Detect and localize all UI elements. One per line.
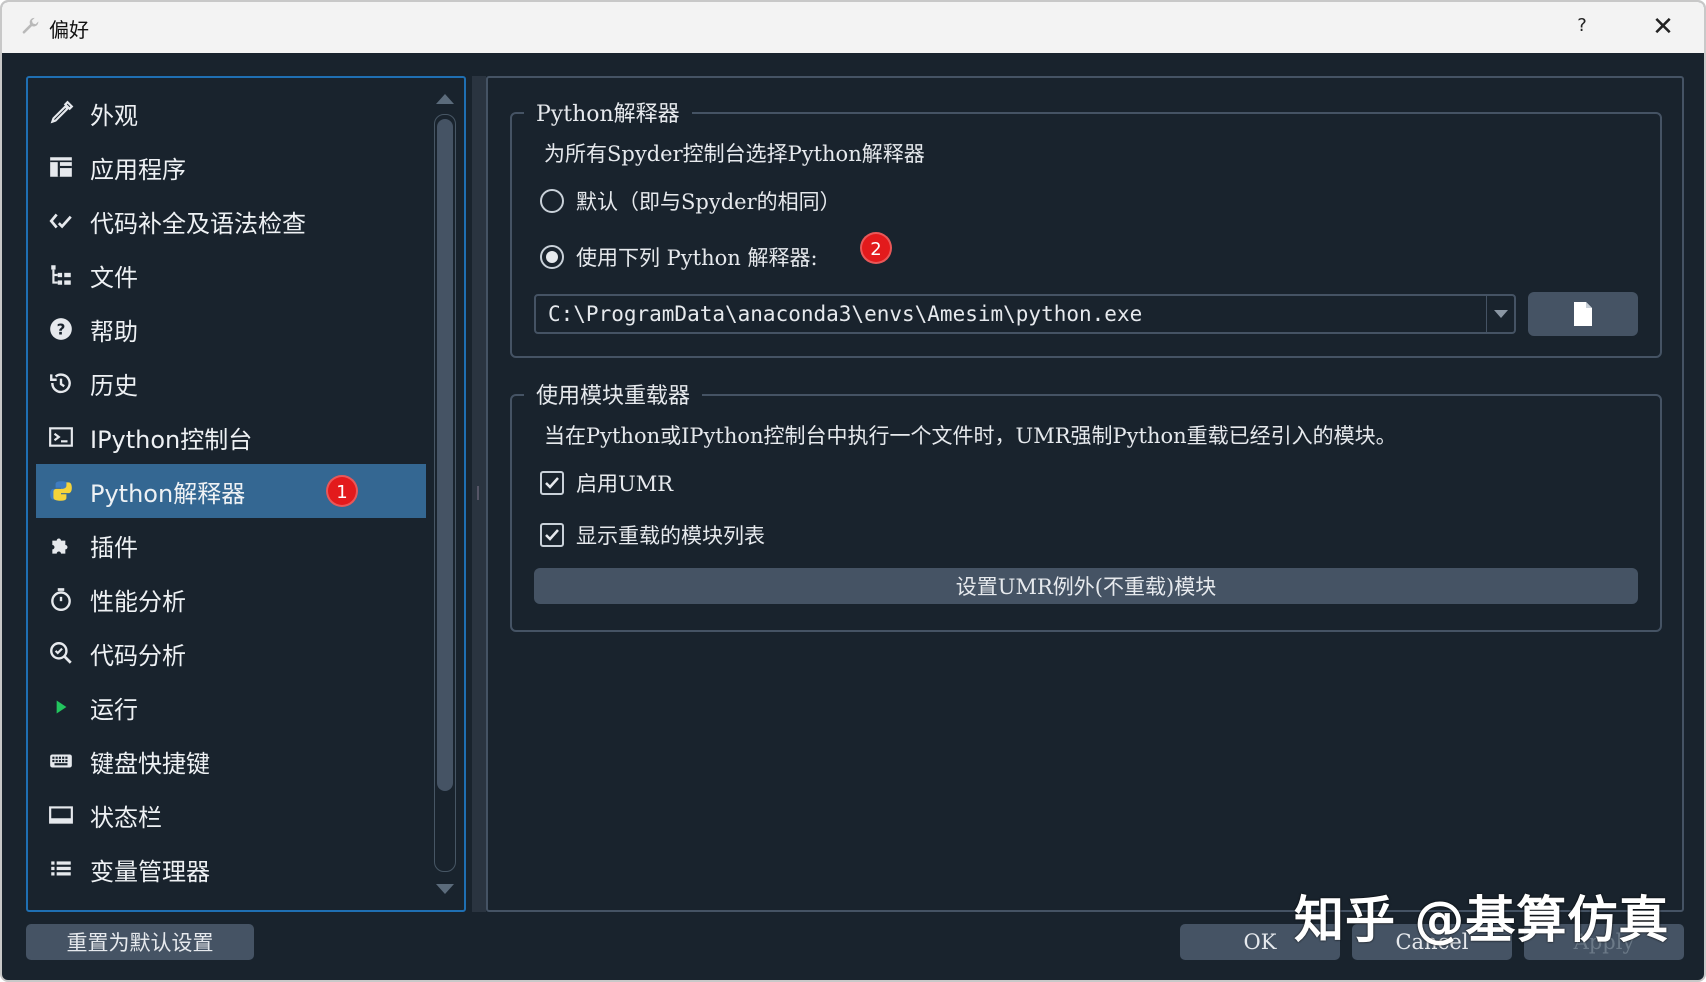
play-icon <box>46 692 76 722</box>
interpreter-path-combo[interactable]: C:\ProgramData\anaconda3\envs\Amesim\pyt… <box>534 294 1516 334</box>
interpreter-group: Python解释器 为所有Spyder控制台选择Python解释器 默认（即与S… <box>510 96 1662 358</box>
wrench-icon <box>22 17 39 34</box>
settings-panel: Python解释器 为所有Spyder控制台选择Python解释器 默认（即与S… <box>486 76 1684 912</box>
radio-default[interactable] <box>540 189 564 213</box>
check-icon <box>545 529 559 541</box>
interpreter-path-value: C:\ProgramData\anaconda3\envs\Amesim\pyt… <box>548 302 1143 326</box>
sidebar-item-label: 帮助 <box>90 317 138 346</box>
umr-group: 使用模块重载器 当在Python或IPython控制台中执行一个文件时，UMR强… <box>510 378 1662 632</box>
sidebar-item-application[interactable]: 应用程序 <box>36 140 426 194</box>
sidebar-item-label: 外观 <box>90 101 138 130</box>
keyboard-icon <box>46 746 76 776</box>
terminal-icon <box>46 422 76 452</box>
search-code-icon <box>46 638 76 668</box>
sidebar-item-label: 键盘快捷键 <box>90 749 210 778</box>
interpreter-group-title: Python解释器 <box>524 96 692 128</box>
help-button[interactable]: ? <box>1570 14 1594 38</box>
code-check-icon <box>46 206 76 236</box>
brush-icon <box>46 98 76 128</box>
preferences-sidebar: 外观 应用程序 代码补全及语法检查 文件 ? 帮助 历史 IPython控制台 … <box>26 76 466 912</box>
window-title: 偏好 <box>49 18 89 42</box>
scrollbar-track[interactable] <box>434 114 456 872</box>
scroll-down-icon[interactable] <box>436 884 454 894</box>
sidebar-item-label: 代码补全及语法检查 <box>90 209 306 238</box>
enable-umr-label: 启用UMR <box>576 472 674 496</box>
watermark-text: 知乎 @基算仿真 <box>1294 891 1670 949</box>
sidebar-item-label: 运行 <box>90 695 138 724</box>
history-icon <box>46 368 76 398</box>
radio-custom-label: 使用下列 Python 解释器: <box>576 246 818 270</box>
annotation-marker-1: 1 <box>326 475 358 507</box>
sidebar-item-status-bar[interactable]: 状态栏 <box>36 788 426 842</box>
panel-splitter[interactable] <box>472 76 486 912</box>
browse-file-button[interactable] <box>1528 292 1638 336</box>
sidebar-item-profiler[interactable]: 性能分析 <box>36 572 426 626</box>
sidebar-item-history[interactable]: 历史 <box>36 356 426 410</box>
stopwatch-icon <box>46 584 76 614</box>
sidebar-item-appearance[interactable]: 外观 <box>36 86 426 140</box>
sidebar-item-files[interactable]: 文件 <box>36 248 426 302</box>
file-tree-icon <box>46 260 76 290</box>
show-reloaded-list-checkbox-row[interactable]: 显示重载的模块列表 <box>540 520 765 550</box>
interpreter-description: 为所有Spyder控制台选择Python解释器 <box>544 142 925 166</box>
preferences-dialog: 偏好 ? ✕ 外观 应用程序 代码补全及语法检查 文件 ? 帮助 历史 IPyt… <box>0 0 1706 982</box>
sidebar-item-label: 应用程序 <box>90 155 186 184</box>
radio-custom[interactable] <box>540 245 564 269</box>
sidebar-item-label: 文件 <box>90 263 138 292</box>
close-button[interactable]: ✕ <box>1648 12 1678 42</box>
radio-default-label: 默认（即与Spyder的相同） <box>576 190 841 214</box>
sidebar-item-keyboard-shortcuts[interactable]: 键盘快捷键 <box>36 734 426 788</box>
title-bar: 偏好 ? ✕ <box>2 2 1704 53</box>
annotation-marker-2: 2 <box>860 232 892 264</box>
help-circle-icon: ? <box>46 314 76 344</box>
enable-umr-checkbox-row[interactable]: 启用UMR <box>540 468 673 498</box>
sidebar-item-label: 状态栏 <box>90 803 162 832</box>
sidebar-item-label: 性能分析 <box>90 587 186 616</box>
scroll-up-icon[interactable] <box>436 94 454 104</box>
show-reloaded-list-checkbox[interactable] <box>540 523 564 547</box>
radio-default-interpreter[interactable]: 默认（即与Spyder的相同） <box>540 186 841 216</box>
puzzle-icon <box>46 530 76 560</box>
umr-exceptions-button[interactable]: 设置UMR例外(不重载)模块 <box>534 568 1638 604</box>
scrollbar-thumb[interactable] <box>437 119 453 791</box>
umr-group-title: 使用模块重载器 <box>524 378 703 410</box>
sidebar-item-plugins[interactable]: 插件 <box>36 518 426 572</box>
sidebar-item-help[interactable]: ? 帮助 <box>36 302 426 356</box>
radio-custom-interpreter[interactable]: 使用下列 Python 解释器: <box>540 242 818 272</box>
sidebar-item-code-analysis[interactable]: 代码分析 <box>36 626 426 680</box>
sidebar-item-python-interpreter[interactable]: Python解释器 1 <box>36 464 426 518</box>
list-icon <box>46 854 76 884</box>
sidebar-item-completion-linting[interactable]: 代码补全及语法检查 <box>36 194 426 248</box>
sidebar-item-label: Python解释器 <box>90 479 246 508</box>
sidebar-item-label: 变量管理器 <box>90 857 210 886</box>
statusbar-icon <box>46 800 76 830</box>
layout-icon <box>46 152 76 182</box>
check-icon <box>545 477 559 489</box>
sidebar-scrollbar[interactable] <box>434 94 456 894</box>
sidebar-item-label: IPython控制台 <box>90 425 253 454</box>
file-icon <box>1574 302 1592 326</box>
sidebar-item-variable-explorer[interactable]: 变量管理器 <box>36 842 426 896</box>
umr-description: 当在Python或IPython控制台中执行一个文件时，UMR强制Python重… <box>544 424 1397 448</box>
splitter-grip[interactable] <box>477 486 479 500</box>
sidebar-item-ipython-console[interactable]: IPython控制台 <box>36 410 426 464</box>
sidebar-list: 外观 应用程序 代码补全及语法检查 文件 ? 帮助 历史 IPython控制台 … <box>36 86 426 896</box>
svg-text:?: ? <box>57 320 66 338</box>
sidebar-item-label: 代码分析 <box>90 641 186 670</box>
reset-defaults-button[interactable]: 重置为默认设置 <box>26 924 254 960</box>
sidebar-item-label: 插件 <box>90 533 138 562</box>
python-icon <box>46 476 76 506</box>
enable-umr-checkbox[interactable] <box>540 471 564 495</box>
show-reloaded-list-label: 显示重载的模块列表 <box>576 524 765 548</box>
sidebar-item-label: 历史 <box>90 371 138 400</box>
chevron-down-icon[interactable] <box>1486 296 1514 332</box>
sidebar-item-run[interactable]: 运行 <box>36 680 426 734</box>
